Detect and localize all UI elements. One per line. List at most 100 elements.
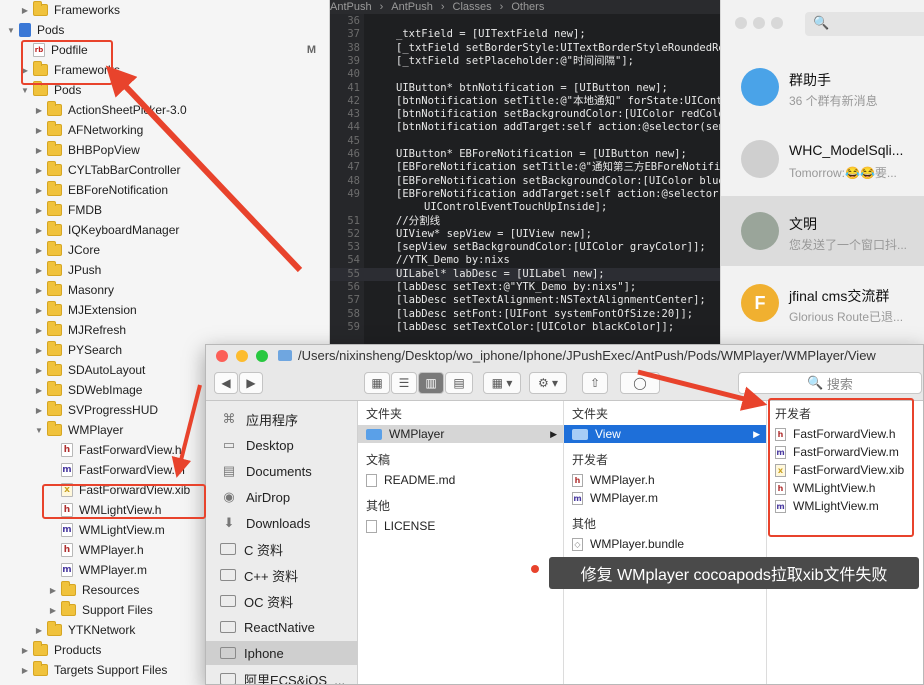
disclosure-closed-icon[interactable]: ▶ bbox=[34, 126, 44, 135]
minimize-button[interactable] bbox=[236, 350, 248, 362]
disclosure-open-icon[interactable]: ▼ bbox=[34, 426, 44, 435]
navigator-row-label: Support Files bbox=[82, 603, 153, 617]
disclosure-closed-icon[interactable]: ▶ bbox=[34, 346, 44, 355]
forward-button[interactable]: ▶ bbox=[239, 372, 263, 394]
disclosure-closed-icon[interactable]: ▶ bbox=[34, 106, 44, 115]
disclosure-closed-icon[interactable]: ▶ bbox=[34, 326, 44, 335]
sidebar-item-label: C++ 资料 bbox=[244, 568, 299, 584]
navigator-row[interactable]: ▶ FMDB bbox=[0, 200, 329, 220]
sidebar-item[interactable]: OC 资料 bbox=[206, 589, 358, 613]
sidebar-item[interactable]: ▤ Documents bbox=[206, 459, 358, 483]
file-row[interactable]: README.md bbox=[358, 471, 563, 489]
code-line: 53 [sepView setBackgroundColor:[UIColor g… bbox=[330, 241, 720, 254]
navigator-row[interactable]: ▶ MJRefresh bbox=[0, 320, 329, 340]
sidebar-item[interactable]: ⌘ 应用程序 bbox=[206, 407, 358, 431]
breadcrumb-item[interactable]: Classes bbox=[453, 1, 492, 13]
navigator-row[interactable]: ▶ JPush bbox=[0, 260, 329, 280]
sidebar-item[interactable]: C++ 资料 bbox=[206, 563, 358, 587]
file-row[interactable]: WMPlayer ▶ bbox=[358, 425, 563, 443]
sidebar-item[interactable]: 阿里ECS&iOS_... bbox=[206, 667, 358, 684]
file-row[interactable]: m WMPlayer.m bbox=[564, 489, 766, 507]
file-row[interactable]: h WMPlayer.h bbox=[564, 471, 766, 489]
back-button[interactable]: ◀ bbox=[214, 372, 238, 394]
disclosure-open-icon[interactable]: ▼ bbox=[20, 86, 30, 95]
gear-icon[interactable]: ⚙ ▾ bbox=[529, 372, 567, 394]
navigator-row[interactable]: ▶ Frameworks bbox=[0, 0, 329, 20]
zoom-button[interactable] bbox=[256, 350, 268, 362]
folder-icon bbox=[33, 641, 48, 656]
disclosure-closed-icon[interactable]: ▶ bbox=[20, 646, 30, 655]
chat-name: WHC_ModelSqli... bbox=[789, 142, 904, 158]
disclosure-closed-icon[interactable]: ▶ bbox=[34, 146, 44, 155]
disclosure-closed-icon[interactable]: ▶ bbox=[34, 226, 44, 235]
navigator-row[interactable]: ▶ BHBPopView bbox=[0, 140, 329, 160]
breadcrumb-item[interactable]: AntPush bbox=[391, 1, 433, 13]
disclosure-closed-icon[interactable]: ▶ bbox=[20, 6, 30, 15]
disclosure-closed-icon[interactable]: ▶ bbox=[34, 286, 44, 295]
disclosure-closed-icon[interactable]: ▶ bbox=[34, 386, 44, 395]
cover-flow-button[interactable]: ▤ bbox=[445, 372, 473, 394]
list-view-button[interactable]: ☰ bbox=[391, 372, 417, 394]
chat-list-item[interactable]: 群助手 36 个群有新消息 bbox=[721, 52, 924, 122]
navigator-row-label: Masonry bbox=[68, 283, 115, 297]
sidebar-item[interactable]: ReactNative bbox=[206, 615, 358, 639]
finder-search-input[interactable]: 🔍 搜索 bbox=[738, 372, 922, 394]
sidebar-item[interactable]: Iphone bbox=[206, 641, 358, 665]
disclosure-closed-icon[interactable]: ▶ bbox=[34, 186, 44, 195]
disclosure-closed-icon[interactable]: ▶ bbox=[34, 206, 44, 215]
breadcrumb-item[interactable]: Others bbox=[511, 1, 544, 13]
chat-list-item[interactable]: 文明 您发送了一个窗口抖... bbox=[721, 196, 924, 266]
code-text: [_txtField setBorderStyle:UITextBorderSt… bbox=[396, 41, 720, 54]
navigator-row[interactable]: ▶ Masonry bbox=[0, 280, 329, 300]
folder-icon bbox=[572, 428, 588, 440]
line-number: 44 bbox=[347, 121, 360, 134]
annotation-dot bbox=[531, 565, 539, 573]
disclosure-closed-icon[interactable]: ▶ bbox=[34, 166, 44, 175]
disclosure-closed-icon[interactable]: ▶ bbox=[34, 306, 44, 315]
share-icon[interactable]: ⇧ bbox=[582, 372, 608, 394]
close-button[interactable] bbox=[216, 350, 228, 362]
navigator-row[interactable]: ▶ IQKeyboardManager bbox=[0, 220, 329, 240]
disclosure-closed-icon[interactable]: ▶ bbox=[34, 246, 44, 255]
file-row[interactable]: View ▶ bbox=[564, 425, 766, 443]
line-number: 59 bbox=[347, 320, 360, 333]
navigator-row[interactable]: ▼ Pods bbox=[0, 20, 329, 40]
file-row[interactable]: LICENSE bbox=[358, 517, 563, 535]
folder-icon bbox=[47, 401, 62, 416]
sidebar-item[interactable]: ⬇ Downloads bbox=[206, 511, 358, 535]
disclosure-closed-icon[interactable]: ▶ bbox=[34, 406, 44, 415]
file-row[interactable]: ◇ WMPlayer.bundle bbox=[564, 535, 766, 553]
navigator-row[interactable]: ▶ CYLTabBarController bbox=[0, 160, 329, 180]
chat-list-item[interactable]: WHC_ModelSqli... Tomorrow:😂😂要... bbox=[721, 124, 924, 194]
disclosure-closed-icon[interactable]: ▶ bbox=[48, 586, 58, 595]
code-editor[interactable]: AntPush › AntPush › Classes › Others 36 37 _txtF… bbox=[330, 0, 720, 350]
disclosure-closed-icon[interactable]: ▶ bbox=[20, 666, 30, 675]
code-line: 59 [labDesc setTextColor:[UIColor blackCo… bbox=[330, 321, 720, 334]
navigator-row[interactable]: ▶ AFNetworking bbox=[0, 120, 329, 140]
disclosure-closed-icon[interactable]: ▶ bbox=[34, 626, 44, 635]
breadcrumb-item[interactable]: AntPush bbox=[330, 1, 372, 13]
column-view-button[interactable]: ▥ bbox=[418, 372, 444, 394]
navigator-row[interactable]: ▶ ActionSheetPicker-3.0 bbox=[0, 100, 329, 120]
disclosure-closed-icon[interactable]: ▶ bbox=[48, 606, 58, 615]
disclosure-closed-icon[interactable]: ▶ bbox=[34, 266, 44, 275]
chat-list-item[interactable]: Fjfinal cms交流群 Glorious Route已退... bbox=[721, 268, 924, 338]
sidebar-item[interactable]: ▭ Desktop bbox=[206, 433, 358, 457]
avatar bbox=[741, 140, 779, 178]
folder-icon bbox=[220, 543, 236, 555]
navigator-row[interactable]: ▶ EBForeNotification bbox=[0, 180, 329, 200]
folder-icon bbox=[220, 595, 236, 607]
chat-search-input[interactable]: 🔍 bbox=[805, 12, 924, 36]
disclosure-open-icon[interactable]: ▼ bbox=[6, 26, 16, 35]
sidebar-item[interactable]: ◉ AirDrop bbox=[206, 485, 358, 509]
disclosure-closed-icon[interactable]: ▶ bbox=[34, 366, 44, 375]
line-number: 38 bbox=[347, 41, 360, 54]
tag-icon[interactable]: ◯ bbox=[620, 372, 660, 394]
chat-last-message: Glorious Route已退... bbox=[789, 310, 904, 324]
folder-icon bbox=[47, 261, 62, 276]
icon-view-button[interactable]: ▦ bbox=[364, 372, 390, 394]
navigator-row[interactable]: ▶ JCore bbox=[0, 240, 329, 260]
sidebar-item[interactable]: C 资料 bbox=[206, 537, 358, 561]
navigator-row[interactable]: ▶ MJExtension bbox=[0, 300, 329, 320]
arrange-button[interactable]: ▦ ▾ bbox=[483, 372, 521, 394]
